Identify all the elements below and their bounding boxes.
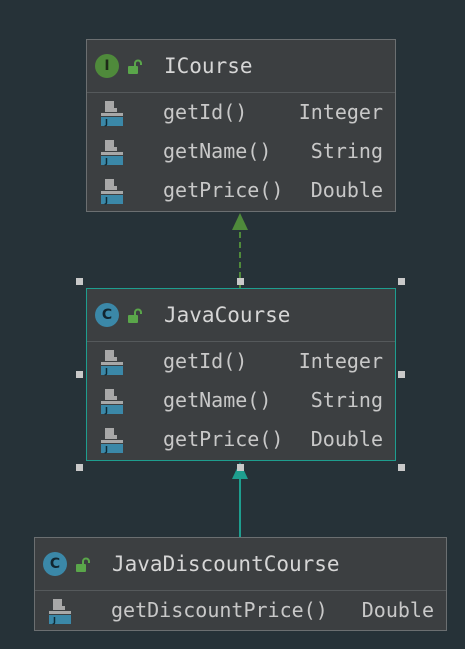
member-list: J getDiscountPrice() Double — [35, 591, 446, 630]
member-list: J getId() Integer J getName() String J g… — [87, 93, 395, 210]
member-row[interactable]: J getPrice() Double — [87, 171, 395, 210]
member-row[interactable]: J getName() String — [87, 132, 395, 171]
svg-text:J: J — [104, 367, 108, 376]
resize-handle-top-left[interactable] — [76, 278, 83, 285]
svg-text:J: J — [104, 118, 108, 127]
member-row[interactable]: J getPrice() Double — [87, 420, 395, 459]
method-name: getPrice() — [163, 178, 284, 202]
interface-icon: I — [95, 54, 119, 78]
method-name: getDiscountPrice() — [111, 598, 328, 622]
return-type: String — [310, 139, 383, 163]
resize-handle-left[interactable] — [76, 371, 83, 378]
method-name: getName() — [163, 139, 272, 163]
return-type: Integer — [298, 100, 383, 124]
method-icon: J — [101, 428, 123, 454]
method-icon: J — [101, 179, 123, 205]
resize-handle-top[interactable] — [237, 278, 244, 285]
method-icon: J — [101, 350, 123, 376]
svg-text:J: J — [104, 406, 108, 415]
node-header: I ICourse — [87, 40, 395, 93]
node-title: JavaDiscountCourse — [112, 552, 340, 576]
class-icon: C — [43, 552, 67, 576]
resize-handle-bottom[interactable] — [237, 464, 244, 471]
node-title: ICourse — [164, 54, 253, 78]
unlock-icon — [128, 59, 142, 74]
svg-text:J: J — [104, 196, 108, 205]
node-javacourse[interactable]: C JavaCourse J getId() Integer J getName… — [86, 288, 396, 461]
method-name: getId() — [163, 100, 248, 124]
node-header: C JavaCourse — [87, 289, 395, 342]
method-icon: J — [49, 599, 71, 625]
method-icon: J — [101, 140, 123, 166]
method-name: getId() — [163, 349, 248, 373]
method-name: getName() — [163, 388, 272, 412]
return-type: Double — [310, 427, 383, 451]
svg-text:J: J — [104, 445, 108, 454]
return-type: String — [310, 388, 383, 412]
unlock-icon — [76, 557, 90, 572]
return-type: Double — [310, 178, 383, 202]
member-row[interactable]: J getName() String — [87, 381, 395, 420]
member-row[interactable]: J getId() Integer — [87, 93, 395, 132]
method-name: getPrice() — [163, 427, 284, 451]
node-title: JavaCourse — [164, 303, 291, 327]
node-header: C JavaDiscountCourse — [35, 538, 446, 591]
return-type: Double — [361, 598, 434, 622]
member-list: J getId() Integer J getName() String J g… — [87, 342, 395, 459]
resize-handle-bottom-left[interactable] — [76, 464, 83, 471]
class-icon: C — [95, 303, 119, 327]
method-icon: J — [101, 101, 123, 127]
resize-handle-bottom-right[interactable] — [398, 464, 405, 471]
return-type: Integer — [298, 349, 383, 373]
resize-handle-right[interactable] — [398, 371, 405, 378]
svg-text:J: J — [52, 616, 56, 625]
svg-text:J: J — [104, 157, 108, 166]
node-javadiscountcourse[interactable]: C JavaDiscountCourse J getDiscountPrice(… — [34, 537, 447, 631]
method-icon: J — [101, 389, 123, 415]
resize-handle-top-right[interactable] — [398, 278, 405, 285]
unlock-icon — [128, 308, 142, 323]
node-icourse[interactable]: I ICourse J getId() Integer J getName() … — [86, 39, 396, 212]
realization-arrowhead — [232, 213, 248, 230]
member-row[interactable]: J getDiscountPrice() Double — [35, 591, 446, 630]
member-row[interactable]: J getId() Integer — [87, 342, 395, 381]
